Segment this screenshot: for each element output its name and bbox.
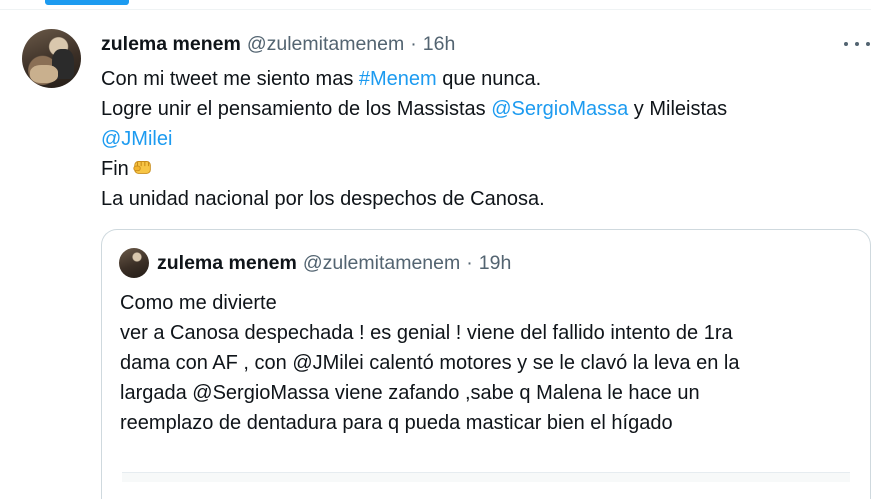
tweet-text-line: Fin bbox=[101, 154, 841, 184]
mention-link[interactable]: @SergioMassa bbox=[491, 98, 628, 120]
quoted-text-line: ver a Canosa despechada ! es genial ! vi… bbox=[120, 322, 733, 344]
more-dot bbox=[855, 42, 859, 46]
tweet-text-line: @JMilei bbox=[101, 124, 841, 154]
author-handle[interactable]: @zulemitamenem bbox=[247, 33, 404, 56]
quoted-author-name: zulema menem bbox=[157, 251, 297, 274]
quoted-text-line: reemplazo de dentadura para q pueda mast… bbox=[120, 412, 673, 434]
quoted-tweet-text: Como me divierte ver a Canosa despechada… bbox=[120, 288, 860, 438]
quoted-text-line: largada @SergioMassa viene zafando ,sabe… bbox=[120, 382, 700, 404]
quoted-tweet[interactable]: zulema menem @zulemitamenem · 19h Como m… bbox=[101, 229, 871, 499]
quoted-tweet-header: zulema menem @zulemitamenem · 19h bbox=[157, 251, 511, 275]
text-segment: Logre unir el pensamiento de los Massist… bbox=[101, 98, 492, 120]
tweet[interactable]: zulema menem @zulemitamenem · 16h Con mi… bbox=[0, 10, 871, 499]
tweet-text-line: Con mi tweet me siento mas #Menem que nu… bbox=[101, 64, 841, 94]
tab-active-indicator bbox=[45, 0, 129, 5]
quoted-avatar[interactable] bbox=[119, 248, 149, 278]
more-horizontal-icon[interactable] bbox=[844, 37, 870, 51]
separator-dot: · bbox=[410, 32, 417, 55]
oncoming-fist-icon bbox=[133, 161, 151, 174]
tweet-timestamp[interactable]: 16h bbox=[423, 33, 456, 56]
tweet-text: Con mi tweet me siento mas #Menem que nu… bbox=[101, 64, 841, 214]
text-segment: Con mi tweet me siento mas bbox=[101, 68, 359, 90]
author-name[interactable]: zulema menem bbox=[101, 33, 241, 56]
quoted-media-preview[interactable] bbox=[122, 472, 850, 482]
quoted-text-line: Como me divierte bbox=[120, 292, 277, 314]
hashtag-link[interactable]: #Menem bbox=[359, 68, 437, 90]
text-segment: que nunca. bbox=[436, 68, 542, 90]
tweet-header: zulema menem @zulemitamenem · 16h bbox=[101, 32, 455, 56]
tweet-text-line: Logre unir el pensamiento de los Massist… bbox=[101, 94, 841, 124]
text-segment: La unidad nacional por los despechos de … bbox=[101, 188, 545, 210]
more-dot bbox=[844, 42, 848, 46]
quoted-tweet-timestamp: 19h bbox=[478, 251, 512, 274]
text-segment: y Mileistas bbox=[628, 98, 728, 120]
text-segment: Fin bbox=[101, 158, 129, 180]
tweet-text-line: La unidad nacional por los despechos de … bbox=[101, 184, 841, 214]
quoted-text-line: dama con AF , con @JMilei calentó motore… bbox=[120, 352, 740, 374]
separator-dot: · bbox=[466, 251, 473, 274]
mention-link[interactable]: @JMilei bbox=[101, 128, 172, 150]
quoted-author-handle: @zulemitamenem bbox=[302, 251, 461, 274]
avatar[interactable] bbox=[22, 29, 81, 88]
avatar-figure-secondary bbox=[30, 65, 58, 83]
more-dot bbox=[866, 42, 870, 46]
